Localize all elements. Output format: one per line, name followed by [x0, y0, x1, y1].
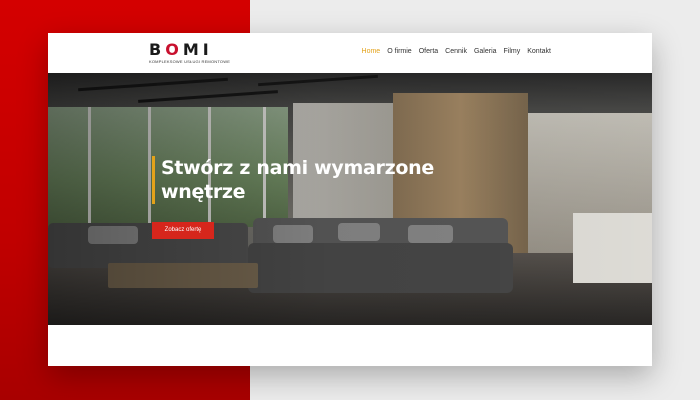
see-offer-button[interactable]: Zobacz ofertę — [152, 222, 214, 239]
site-logo[interactable]: BOMI KOMPLEKSOWE USŁUGI REMONTOWE — [149, 40, 231, 67]
website-preview: BOMI KOMPLEKSOWE USŁUGI REMONTOWE Home O… — [48, 33, 652, 366]
hero-heading-line-1: Stwórz z nami wymarzone — [161, 157, 434, 179]
nav-item-home[interactable]: Home — [362, 47, 381, 57]
nav-item-filmy[interactable]: Filmy — [504, 47, 521, 57]
logo-tagline: KOMPLEKSOWE USŁUGI REMONTOWE — [149, 59, 231, 64]
nav-item-oferta[interactable]: Oferta — [419, 47, 438, 57]
hero-banner: Stwórz z nami wymarzone wnętrze Zobacz o… — [48, 73, 652, 325]
nav-item-galeria[interactable]: Galeria — [474, 47, 497, 57]
main-nav: Home O firmie Oferta Cennik Galeria Film… — [362, 47, 551, 57]
content-section — [48, 325, 652, 366]
site-header: BOMI KOMPLEKSOWE USŁUGI REMONTOWE Home O… — [48, 33, 652, 73]
nav-item-kontakt[interactable]: Kontakt — [527, 47, 551, 57]
hero-heading-line-2: wnętrze — [161, 181, 246, 203]
logo-wordmark: BOMI — [149, 40, 213, 59]
hero-heading: Stwórz z nami wymarzone wnętrze — [152, 156, 434, 204]
nav-item-cennik[interactable]: Cennik — [445, 47, 467, 57]
nav-item-o-firmie[interactable]: O firmie — [387, 47, 412, 57]
